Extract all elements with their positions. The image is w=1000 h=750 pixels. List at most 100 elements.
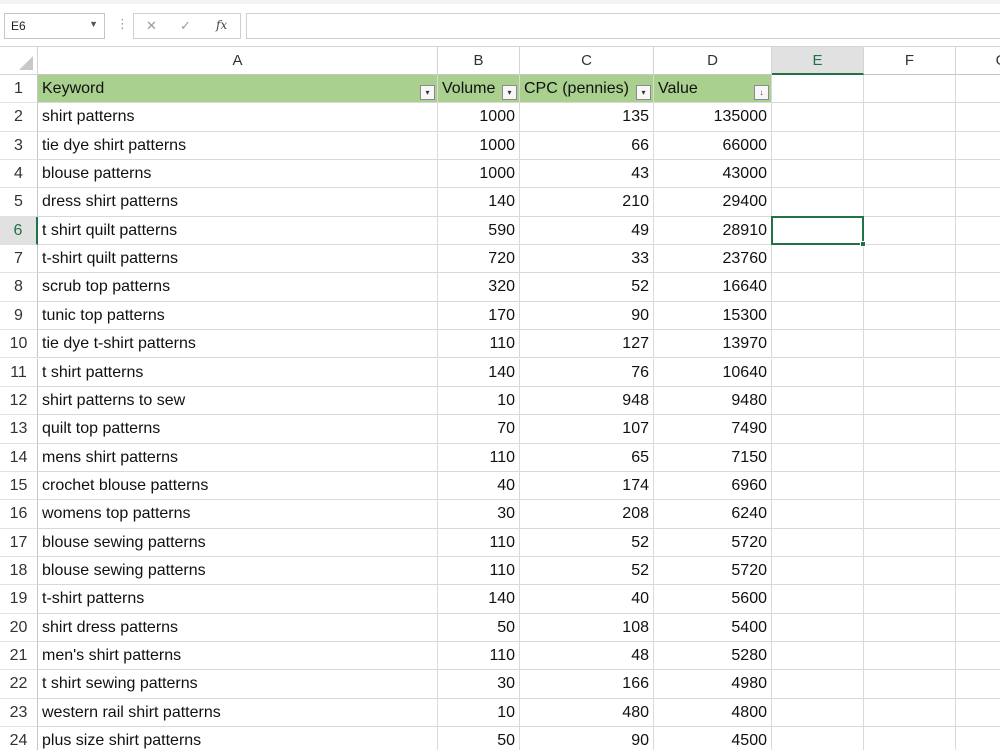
- empty-cell[interactable]: [956, 472, 1000, 501]
- row-header-20[interactable]: 20: [0, 613, 38, 642]
- active-cell-selection[interactable]: [771, 215, 866, 248]
- row-header-17[interactable]: 17: [0, 528, 38, 557]
- empty-cell[interactable]: [772, 188, 864, 217]
- cell-value[interactable]: 5720: [654, 528, 772, 557]
- cell-cpc[interactable]: 65: [520, 443, 654, 472]
- row-header-16[interactable]: 16: [0, 500, 38, 529]
- empty-cell[interactable]: [772, 415, 864, 444]
- empty-cell[interactable]: [956, 217, 1000, 246]
- cell-volume[interactable]: 30: [438, 500, 520, 529]
- empty-cell[interactable]: [956, 359, 1000, 387]
- cell-cpc[interactable]: 48: [520, 642, 654, 671]
- cell-value[interactable]: 135000: [654, 103, 772, 132]
- cell-cpc[interactable]: 108: [520, 613, 654, 642]
- cell-value[interactable]: 13970: [654, 330, 772, 359]
- row-header-22[interactable]: 22: [0, 670, 38, 699]
- row-header-6[interactable]: 6: [0, 216, 38, 246]
- cell-volume[interactable]: 140: [438, 358, 520, 387]
- cell-value[interactable]: 9480: [654, 386, 772, 416]
- column-header-c[interactable]: C: [520, 47, 654, 75]
- cell-cpc[interactable]: 166: [520, 670, 654, 699]
- cell-value[interactable]: 4500: [654, 727, 772, 750]
- empty-cell[interactable]: [956, 557, 1000, 586]
- cell-cpc[interactable]: 66: [520, 131, 654, 161]
- empty-cell[interactable]: [772, 556, 864, 586]
- row-header-19[interactable]: 19: [0, 585, 38, 614]
- empty-cell[interactable]: [956, 387, 1000, 416]
- cell-keyword[interactable]: shirt patterns to sew: [38, 386, 438, 416]
- cell-value[interactable]: 5400: [654, 613, 772, 642]
- cell-keyword[interactable]: western rail shirt patterns: [38, 698, 438, 728]
- row-header-10[interactable]: 10: [0, 330, 38, 359]
- empty-cell[interactable]: [772, 471, 864, 501]
- empty-cell[interactable]: [772, 443, 864, 472]
- cell-value[interactable]: 4800: [654, 698, 772, 728]
- row-header-18[interactable]: 18: [0, 556, 38, 586]
- row-header-1[interactable]: 1: [0, 75, 38, 104]
- empty-cell[interactable]: [772, 528, 864, 557]
- cell-cpc[interactable]: 107: [520, 415, 654, 444]
- empty-cell[interactable]: [772, 613, 864, 642]
- row-header-23[interactable]: 23: [0, 698, 38, 728]
- cell-cpc[interactable]: 480: [520, 698, 654, 728]
- column-header-a[interactable]: A: [38, 47, 438, 75]
- cell-value[interactable]: 6240: [654, 500, 772, 529]
- close-icon[interactable]: ✕: [146, 18, 157, 34]
- empty-cell[interactable]: [864, 528, 956, 557]
- cell-keyword[interactable]: blouse sewing patterns: [38, 528, 438, 557]
- empty-cell[interactable]: [956, 500, 1000, 529]
- cell-value[interactable]: 5600: [654, 585, 772, 614]
- empty-cell[interactable]: [956, 642, 1000, 671]
- cell-cpc[interactable]: 208: [520, 500, 654, 529]
- cell-keyword[interactable]: shirt dress patterns: [38, 613, 438, 642]
- cell-cpc[interactable]: 52: [520, 528, 654, 557]
- empty-cell[interactable]: [864, 273, 956, 302]
- empty-cell[interactable]: [864, 103, 956, 132]
- select-all-button[interactable]: [0, 47, 38, 75]
- cell-keyword[interactable]: crochet blouse patterns: [38, 471, 438, 501]
- drag-handle-icon[interactable]: ⋮: [116, 16, 129, 32]
- cell-volume[interactable]: 40: [438, 471, 520, 501]
- empty-cell[interactable]: [864, 698, 956, 728]
- empty-cell[interactable]: [956, 529, 1000, 557]
- empty-cell[interactable]: [956, 302, 1000, 331]
- column-header-e[interactable]: E: [772, 47, 864, 75]
- empty-cell[interactable]: [864, 358, 956, 387]
- empty-cell[interactable]: [772, 301, 864, 331]
- cell-cpc[interactable]: 52: [520, 273, 654, 302]
- empty-cell[interactable]: [956, 699, 1000, 728]
- cell-volume[interactable]: 70: [438, 415, 520, 444]
- empty-cell[interactable]: [772, 103, 864, 132]
- cell-cpc[interactable]: 49: [520, 216, 654, 246]
- row-header-13[interactable]: 13: [0, 415, 38, 444]
- cell-volume[interactable]: 10: [438, 386, 520, 416]
- empty-cell[interactable]: [772, 585, 864, 614]
- row-header-12[interactable]: 12: [0, 386, 38, 416]
- cell-keyword[interactable]: scrub top patterns: [38, 273, 438, 302]
- empty-cell[interactable]: [956, 585, 1000, 614]
- cell-volume[interactable]: 50: [438, 613, 520, 642]
- cell-cpc[interactable]: 90: [520, 727, 654, 750]
- empty-cell[interactable]: [956, 75, 1000, 104]
- empty-cell[interactable]: [956, 614, 1000, 642]
- empty-cell[interactable]: [956, 415, 1000, 444]
- empty-cell[interactable]: [864, 386, 956, 416]
- cell-keyword[interactable]: blouse sewing patterns: [38, 556, 438, 586]
- empty-cell[interactable]: [864, 443, 956, 472]
- empty-cell[interactable]: [864, 216, 956, 246]
- filter-dropdown-icon[interactable]: ▾: [502, 85, 517, 101]
- cell-keyword[interactable]: t shirt patterns: [38, 358, 438, 387]
- name-box[interactable]: E6 ▼: [4, 13, 105, 39]
- row-header-4[interactable]: 4: [0, 160, 38, 189]
- empty-cell[interactable]: [772, 500, 864, 529]
- table-header-cpc[interactable]: CPC (pennies) ▾: [520, 75, 654, 104]
- row-header-14[interactable]: 14: [0, 443, 38, 472]
- cell-keyword[interactable]: shirt patterns: [38, 103, 438, 132]
- cell-volume[interactable]: 110: [438, 443, 520, 472]
- empty-cell[interactable]: [772, 330, 864, 359]
- cell-value[interactable]: 5280: [654, 642, 772, 671]
- cell-volume[interactable]: 140: [438, 188, 520, 217]
- cell-volume[interactable]: 590: [438, 216, 520, 246]
- empty-cell[interactable]: [772, 358, 864, 387]
- empty-cell[interactable]: [864, 245, 956, 274]
